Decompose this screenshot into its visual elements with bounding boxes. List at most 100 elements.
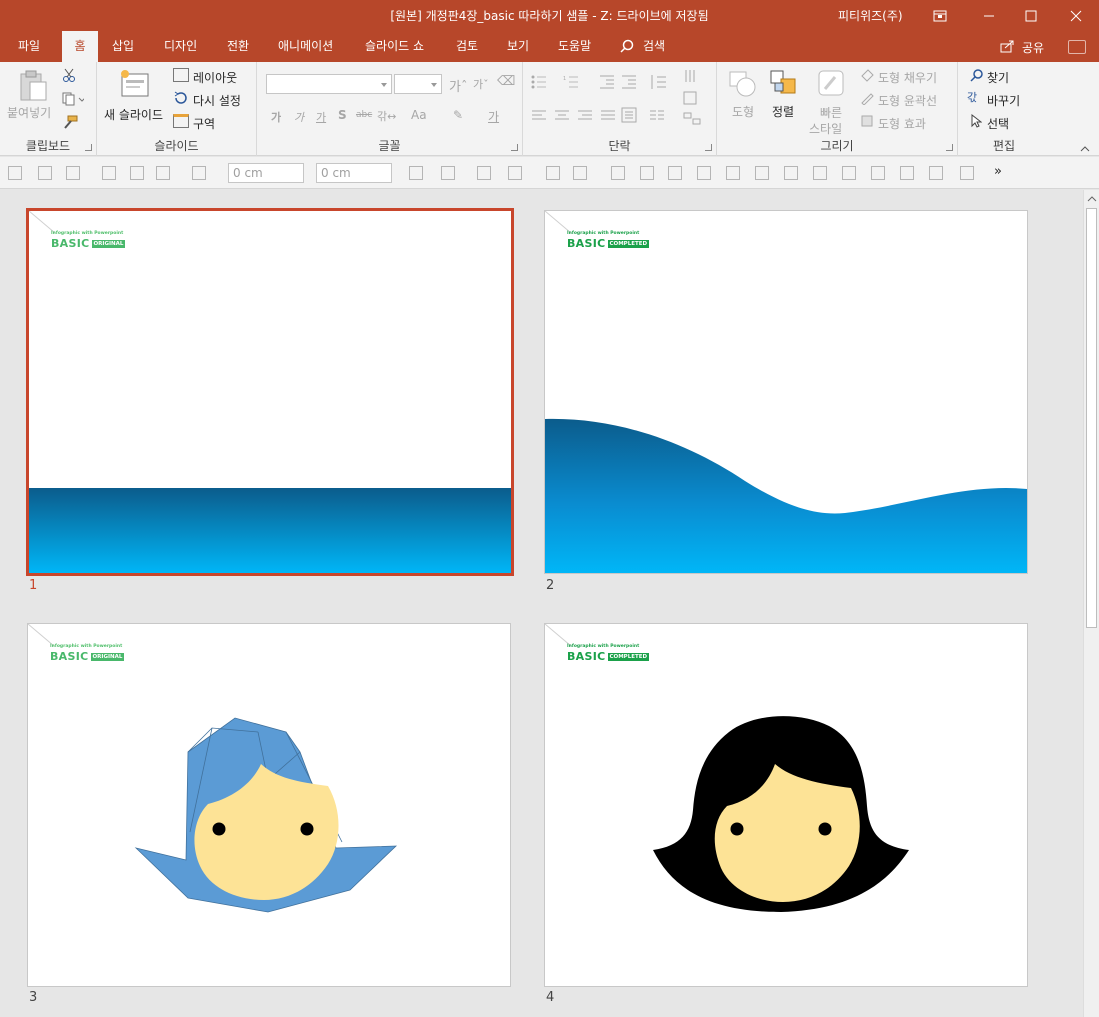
tab-insert[interactable]: 삽입 xyxy=(106,31,140,62)
italic-icon[interactable]: 가 xyxy=(294,109,304,125)
slide-thumbnail-1[interactable]: Infographic with Powerpoint BASIC ORIGINA… xyxy=(26,208,514,576)
quick-styles-icon[interactable] xyxy=(817,69,847,102)
layout-icon[interactable] xyxy=(173,68,189,82)
replace-button[interactable]: 바꾸기 xyxy=(987,92,1020,109)
format-painter-icon[interactable] xyxy=(62,115,78,132)
highlight-icon[interactable]: ✎ xyxy=(453,108,463,122)
close-icon[interactable] xyxy=(1056,0,1096,31)
tab-home[interactable]: 홈 xyxy=(62,31,98,62)
select-button[interactable]: 선택 xyxy=(987,115,1009,132)
strikethrough-icon[interactable]: abc xyxy=(356,110,372,120)
table-icon[interactable] xyxy=(668,166,682,180)
pen-icon[interactable] xyxy=(441,166,455,180)
comment-icon[interactable] xyxy=(1068,40,1086,54)
paste-icon[interactable] xyxy=(18,70,48,105)
spacing-icon[interactable] xyxy=(156,166,170,180)
change-case-icon[interactable]: Aa xyxy=(411,108,427,122)
justify-icon[interactable] xyxy=(600,109,616,126)
font-size-combo[interactable] xyxy=(394,74,442,94)
arrange-button[interactable]: 정렬 xyxy=(772,103,794,120)
tab-transitions[interactable]: 전환 xyxy=(221,31,255,62)
effects-icon[interactable] xyxy=(508,166,522,180)
text-color-icon[interactable] xyxy=(477,166,491,180)
find-button[interactable]: 찾기 xyxy=(987,69,1009,86)
tab-file[interactable]: 파일 xyxy=(12,31,46,62)
grow-font-icon[interactable]: 가ˆ xyxy=(449,76,467,95)
new-slide-button[interactable]: 새 슬라이드 xyxy=(104,106,163,123)
reset-icon[interactable] xyxy=(173,91,189,108)
share-icon[interactable] xyxy=(1000,39,1016,56)
font-color-icon[interactable]: 가 xyxy=(488,108,499,125)
grid-6-icon[interactable] xyxy=(842,166,856,180)
shrink-font-icon[interactable]: 가ˇ xyxy=(473,76,489,92)
scrollbar-thumb[interactable] xyxy=(1086,208,1097,628)
quick-styles-line2[interactable]: 스타일 xyxy=(809,120,842,137)
text-align-icon[interactable] xyxy=(573,166,587,180)
tab-animations[interactable]: 애니메이션 xyxy=(272,31,339,62)
shape-outline-icon[interactable] xyxy=(860,91,874,108)
no-fill-icon[interactable] xyxy=(192,166,206,180)
grid-2-icon[interactable] xyxy=(726,166,740,180)
collapse-ribbon-icon[interactable] xyxy=(1080,142,1090,156)
grid-5-icon[interactable] xyxy=(813,166,827,180)
shape-effects-button[interactable]: 도형 효과 xyxy=(878,115,926,132)
grid-7-icon[interactable] xyxy=(871,166,885,180)
smartart-icon[interactable] xyxy=(683,112,703,129)
arrange-icon[interactable] xyxy=(769,69,799,102)
tab-design[interactable]: 디자인 xyxy=(158,31,203,62)
char-spacing-icon[interactable]: 갂↔ xyxy=(377,108,396,124)
slide-thumbnail-2[interactable]: Infographic with Powerpoint BASIC COMPLET… xyxy=(544,210,1028,574)
shape-width-input[interactable]: 0 cm xyxy=(228,163,304,183)
line-spacing-icon[interactable] xyxy=(649,74,671,93)
replace-icon[interactable]: 갃 xyxy=(967,89,977,105)
user-name[interactable]: 피티위즈(주) xyxy=(838,7,903,24)
bullets-icon[interactable] xyxy=(531,74,553,93)
distributed-icon[interactable] xyxy=(621,107,637,126)
underline-icon[interactable]: 가 xyxy=(316,109,326,125)
share-button[interactable]: 공유 xyxy=(1022,39,1044,56)
grid-3-icon[interactable] xyxy=(755,166,769,180)
scroll-up-icon[interactable] xyxy=(1087,195,1097,203)
select-icon[interactable] xyxy=(970,113,983,131)
ribbon-display-options-icon[interactable] xyxy=(920,0,960,31)
shape-outline-button[interactable]: 도형 윤곽선 xyxy=(878,92,937,109)
paste-button[interactable]: 붙여넣기 xyxy=(7,104,51,121)
columns-icon[interactable] xyxy=(649,109,671,126)
tab-view[interactable]: 보기 xyxy=(501,31,535,62)
shape-fill-icon[interactable] xyxy=(860,68,874,85)
reset-button[interactable]: 다시 설정 xyxy=(193,92,241,109)
new-slide-icon[interactable] xyxy=(119,68,151,103)
tab-search[interactable]: 검색 xyxy=(637,31,671,62)
rotate-icon[interactable] xyxy=(130,166,144,180)
format-brush-icon[interactable] xyxy=(960,166,974,180)
tab-help[interactable]: 도움말 xyxy=(552,31,597,62)
align-right-icon[interactable] xyxy=(577,109,593,126)
maximize-icon[interactable] xyxy=(1011,0,1051,31)
tab-slideshow[interactable]: 슬라이드 쇼 xyxy=(359,31,430,62)
drawing-launcher-icon[interactable] xyxy=(946,144,953,151)
align-left-icon[interactable] xyxy=(531,109,547,126)
text-direction-icon[interactable] xyxy=(683,68,703,87)
section-icon[interactable] xyxy=(173,114,189,128)
cut-icon[interactable] xyxy=(62,68,76,85)
numbering-icon[interactable]: 1 xyxy=(563,74,585,93)
quick-styles-line1[interactable]: 빠른 xyxy=(820,104,842,121)
shapes-button[interactable]: 도형 xyxy=(732,103,754,120)
minimize-icon[interactable] xyxy=(969,0,1009,31)
layout-button[interactable]: 레이아웃 xyxy=(193,69,237,86)
clipboard-launcher-icon[interactable] xyxy=(85,144,92,151)
align-objects-icon[interactable] xyxy=(66,166,80,180)
shadow-icon[interactable]: S xyxy=(338,108,347,122)
slide-thumbnail-3[interactable]: Infographic with Powerpoint BASIC ORIGINA… xyxy=(27,623,511,987)
font-launcher-icon[interactable] xyxy=(511,144,518,151)
decrease-indent-icon[interactable] xyxy=(599,74,615,93)
increase-indent-icon[interactable] xyxy=(621,74,637,93)
copy-icon[interactable] xyxy=(62,92,86,109)
grid-1-icon[interactable] xyxy=(697,166,711,180)
shapes-icon[interactable] xyxy=(727,69,759,102)
vertical-scrollbar[interactable] xyxy=(1083,190,1099,1017)
crop-icon[interactable] xyxy=(102,166,116,180)
bring-forward-icon[interactable] xyxy=(611,166,625,180)
bold-icon[interactable]: 가 xyxy=(271,109,281,125)
grid-4-icon[interactable] xyxy=(784,166,798,180)
